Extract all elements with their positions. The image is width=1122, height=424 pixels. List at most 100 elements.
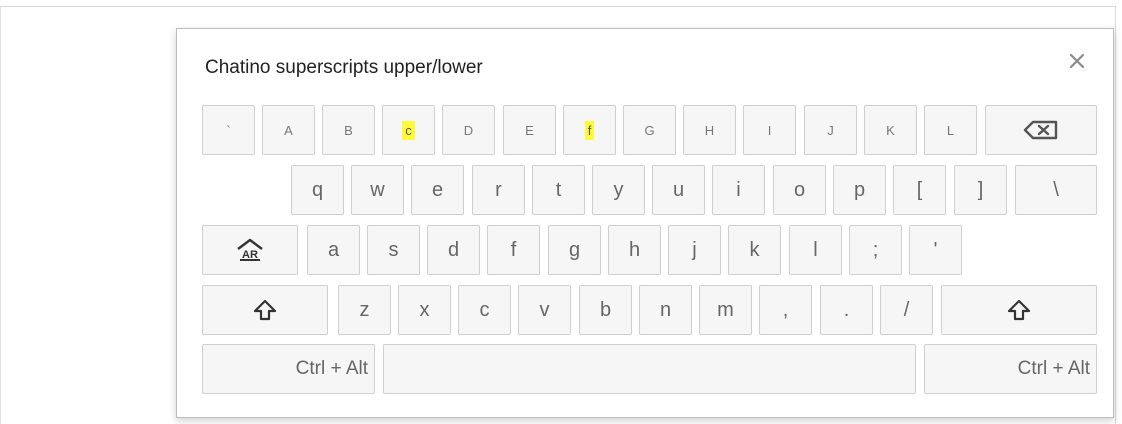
key-K[interactable]: K	[864, 105, 917, 155]
key-k[interactable]: k	[728, 225, 781, 275]
key-backtick[interactable]: `	[202, 105, 255, 155]
key-w[interactable]: w	[351, 165, 404, 215]
key-e[interactable]: e	[411, 165, 464, 215]
key-b[interactable]: b	[579, 285, 632, 335]
key-A[interactable]: A	[262, 105, 315, 155]
key-slash[interactable]: /	[880, 285, 933, 335]
key-label: m	[717, 298, 734, 321]
key-label: G	[644, 122, 655, 138]
key-label: .	[843, 298, 850, 321]
key-x[interactable]: x	[398, 285, 451, 335]
key-label: Ctrl + Alt	[295, 358, 368, 379]
key-label: I	[767, 122, 772, 138]
key-label: y	[613, 178, 624, 201]
close-icon[interactable]	[1063, 47, 1091, 75]
key-B[interactable]: B	[322, 105, 375, 155]
key-label: o	[793, 178, 806, 201]
key-label: l	[813, 238, 818, 261]
key-label: w	[370, 178, 385, 201]
key-bracket-left[interactable]: [	[893, 165, 946, 215]
key-space[interactable]	[383, 344, 916, 394]
key-label: L	[946, 122, 955, 138]
key-bracket-right[interactable]: ]	[954, 165, 1007, 215]
key-comma[interactable]: ,	[759, 285, 812, 335]
key-q[interactable]: q	[291, 165, 344, 215]
key-shift-left[interactable]	[202, 285, 328, 335]
shift-icon	[1007, 299, 1031, 321]
key-h[interactable]: h	[608, 225, 661, 275]
key-label: K	[886, 122, 895, 138]
key-label: '	[933, 238, 938, 261]
key-g[interactable]: g	[548, 225, 601, 275]
key-label: n	[659, 298, 672, 321]
key-c[interactable]: c	[458, 285, 511, 335]
key-label: /	[903, 298, 910, 321]
key-c-highlighted[interactable]: c	[382, 105, 435, 155]
key-i[interactable]: i	[712, 165, 765, 215]
key-p[interactable]: p	[833, 165, 886, 215]
key-label: x	[419, 298, 430, 321]
key-t[interactable]: t	[532, 165, 585, 215]
key-semicolon[interactable]: ;	[849, 225, 902, 275]
key-s[interactable]: s	[367, 225, 420, 275]
key-o[interactable]: o	[773, 165, 826, 215]
key-backspace[interactable]	[985, 105, 1097, 155]
key-I[interactable]: I	[743, 105, 796, 155]
key-label: z	[359, 298, 370, 321]
key-label: t	[555, 178, 562, 201]
key-n[interactable]: n	[639, 285, 692, 335]
key-y[interactable]: y	[592, 165, 645, 215]
key-shift-right[interactable]	[941, 285, 1097, 335]
key-label: j	[692, 238, 697, 261]
key-H[interactable]: H	[683, 105, 736, 155]
key-ctrl-alt-left[interactable]: Ctrl + Alt	[202, 344, 375, 394]
key-v[interactable]: v	[518, 285, 571, 335]
key-j[interactable]: j	[668, 225, 721, 275]
key-label: f	[510, 238, 517, 261]
key-label: `	[226, 122, 231, 138]
key-label: b	[599, 298, 612, 321]
key-label: ;	[872, 238, 879, 261]
key-E[interactable]: E	[503, 105, 556, 155]
key-label: E	[525, 122, 534, 138]
key-a[interactable]: a	[307, 225, 360, 275]
key-ctrl-alt-right[interactable]: Ctrl + Alt	[924, 344, 1097, 394]
key-G[interactable]: G	[623, 105, 676, 155]
key-label: B	[344, 122, 353, 138]
altgr-icon: AR	[235, 238, 265, 262]
key-z[interactable]: z	[338, 285, 391, 335]
key-label: J	[827, 122, 834, 138]
key-label: D	[463, 122, 474, 138]
key-label: A	[284, 122, 293, 138]
key-J[interactable]: J	[804, 105, 857, 155]
key-label: ,	[782, 298, 789, 321]
key-label: a	[327, 238, 340, 261]
key-L[interactable]: L	[924, 105, 977, 155]
key-label: c	[402, 120, 415, 140]
key-label: p	[853, 178, 866, 201]
key-f[interactable]: f	[487, 225, 540, 275]
key-altgr[interactable]: AR	[202, 225, 298, 275]
key-period[interactable]: .	[820, 285, 873, 335]
key-label: f	[584, 120, 595, 140]
key-l[interactable]: l	[789, 225, 842, 275]
key-m[interactable]: m	[699, 285, 752, 335]
key-label: ]	[977, 178, 984, 201]
key-backslash[interactable]: \	[1015, 165, 1097, 215]
key-label: H	[704, 122, 715, 138]
key-label: s	[388, 238, 399, 261]
key-label: Ctrl + Alt	[1017, 358, 1090, 379]
key-label: d	[447, 238, 460, 261]
key-d[interactable]: d	[427, 225, 480, 275]
key-label: u	[672, 178, 685, 201]
backspace-icon	[1023, 120, 1059, 140]
key-D[interactable]: D	[442, 105, 495, 155]
key-quote[interactable]: '	[909, 225, 962, 275]
key-r[interactable]: r	[472, 165, 525, 215]
key-u[interactable]: u	[652, 165, 705, 215]
shift-icon	[253, 299, 277, 321]
key-label: \	[1053, 178, 1059, 201]
key-label: [	[916, 178, 923, 201]
key-label: i	[736, 178, 741, 201]
key-f-highlighted[interactable]: f	[563, 105, 616, 155]
